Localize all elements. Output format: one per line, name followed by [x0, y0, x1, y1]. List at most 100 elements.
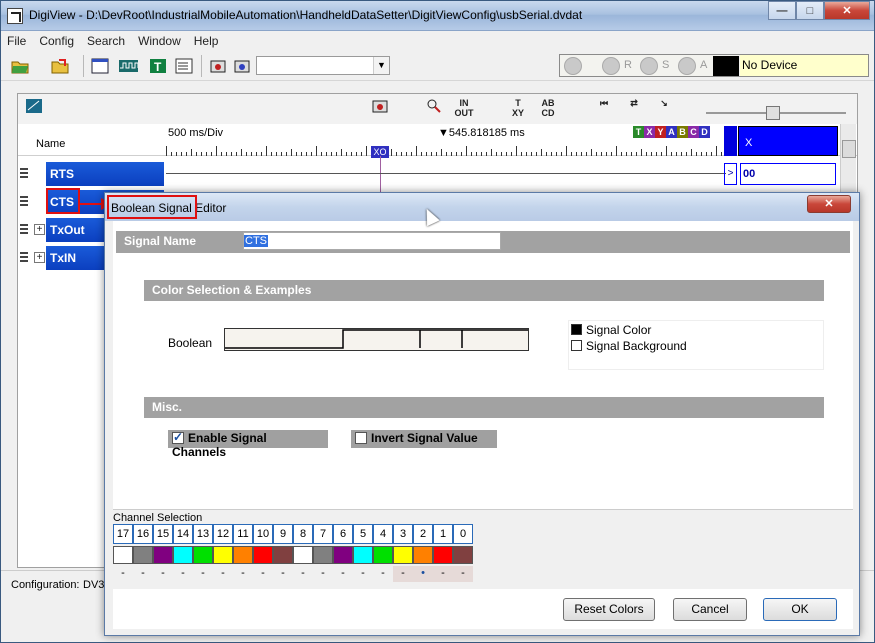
- invert-signal-checkbox[interactable]: Invert Signal Value: [351, 430, 497, 448]
- channel-number[interactable]: 13: [193, 524, 213, 544]
- scroll-thumb[interactable]: [842, 140, 856, 158]
- channel-color-swatch[interactable]: [373, 546, 393, 564]
- channel-number[interactable]: 0: [453, 524, 473, 544]
- channel-number[interactable]: 3: [393, 524, 413, 544]
- channel-color-swatch[interactable]: [333, 546, 353, 564]
- channel-color-swatch[interactable]: [133, 546, 153, 564]
- channel-number[interactable]: 12: [213, 524, 233, 544]
- channel-mark[interactable]: -: [213, 566, 233, 582]
- marker-t[interactable]: T: [633, 126, 644, 138]
- channel-color-swatch[interactable]: [253, 546, 273, 564]
- slider-knob[interactable]: [766, 106, 780, 120]
- value-arrow-icon[interactable]: >: [724, 163, 737, 185]
- list-view-icon[interactable]: [173, 55, 195, 77]
- drag-handle-icon[interactable]: [20, 252, 28, 262]
- expand-icon[interactable]: +: [34, 252, 45, 263]
- channel-color-swatch[interactable]: [153, 546, 173, 564]
- channel-color-swatch[interactable]: [393, 546, 413, 564]
- drag-handle-icon[interactable]: [20, 196, 28, 206]
- channel-number[interactable]: 4: [373, 524, 393, 544]
- channel-mark[interactable]: -: [373, 566, 393, 582]
- menu-window[interactable]: Window: [138, 34, 181, 48]
- channel-mark[interactable]: -: [333, 566, 353, 582]
- channel-mark[interactable]: -: [233, 566, 253, 582]
- in-out-icon[interactable]: IN OUT: [454, 98, 474, 118]
- menu-help[interactable]: Help: [194, 34, 219, 48]
- x-panel-arrows[interactable]: [724, 126, 737, 156]
- channel-number[interactable]: 16: [133, 524, 153, 544]
- channel-color-swatch[interactable]: [233, 546, 253, 564]
- signal-background-swatch[interactable]: Signal Background: [571, 339, 821, 355]
- capture-icon[interactable]: [207, 55, 229, 77]
- menu-search[interactable]: Search: [87, 34, 125, 48]
- cancel-button[interactable]: Cancel: [673, 598, 747, 621]
- goto-start-icon[interactable]: ⏮: [594, 98, 614, 116]
- drag-handle-icon[interactable]: [20, 168, 28, 178]
- trigger-combo[interactable]: ▼: [256, 56, 390, 75]
- window-view-icon[interactable]: [89, 55, 111, 77]
- marker-x[interactable]: X: [644, 126, 655, 138]
- channel-color-swatch[interactable]: [273, 546, 293, 564]
- zoom-fit-icon[interactable]: [24, 98, 44, 116]
- marker-y[interactable]: Y: [655, 126, 666, 138]
- channel-color-swatch[interactable]: [453, 546, 473, 564]
- open-folder-icon[interactable]: [9, 55, 31, 77]
- channel-mark[interactable]: •: [413, 566, 433, 582]
- channel-number[interactable]: 17: [113, 524, 133, 544]
- channel-mark[interactable]: -: [253, 566, 273, 582]
- channel-mark[interactable]: -: [193, 566, 213, 582]
- channel-color-swatch[interactable]: [193, 546, 213, 564]
- channel-number[interactable]: 5: [353, 524, 373, 544]
- channel-mark[interactable]: -: [273, 566, 293, 582]
- stop-icon[interactable]: [640, 57, 658, 75]
- channel-mark[interactable]: -: [173, 566, 193, 582]
- marker-d[interactable]: D: [699, 126, 710, 138]
- save-icon[interactable]: [49, 55, 71, 77]
- channel-color-swatch[interactable]: [433, 546, 453, 564]
- abcd-icon[interactable]: AB CD: [538, 98, 558, 118]
- channel-color-swatch[interactable]: [313, 546, 333, 564]
- channel-mark[interactable]: -: [313, 566, 333, 582]
- run-repeat-icon[interactable]: [602, 57, 620, 75]
- minimize-button[interactable]: —: [768, 1, 796, 20]
- expand-icon[interactable]: +: [34, 224, 45, 235]
- signal-name-input[interactable]: CTS: [243, 232, 501, 250]
- marker-b[interactable]: B: [677, 126, 688, 138]
- channel-color-swatch[interactable]: [413, 546, 433, 564]
- run-icon[interactable]: [564, 57, 582, 75]
- channel-color-swatch[interactable]: [353, 546, 373, 564]
- channel-mark[interactable]: -: [133, 566, 153, 582]
- signal-name[interactable]: RTS: [46, 162, 164, 186]
- text-view-icon[interactable]: T: [147, 55, 169, 77]
- menu-config[interactable]: Config: [39, 34, 74, 48]
- channel-number[interactable]: 8: [293, 524, 313, 544]
- channel-mark[interactable]: -: [153, 566, 173, 582]
- channel-number[interactable]: 15: [153, 524, 173, 544]
- menu-file[interactable]: File: [7, 34, 26, 48]
- enable-channels-checkbox[interactable]: Enable Signal Channels: [168, 430, 328, 459]
- zoom-slider[interactable]: [706, 106, 846, 120]
- goto-cursor-icon[interactable]: ⇄: [624, 98, 644, 116]
- channel-number[interactable]: 7: [313, 524, 333, 544]
- ok-button[interactable]: OK: [763, 598, 837, 621]
- channel-mark[interactable]: -: [453, 566, 473, 582]
- maximize-button[interactable]: □: [796, 1, 824, 20]
- channel-mark[interactable]: -: [353, 566, 373, 582]
- channel-color-swatch[interactable]: [213, 546, 233, 564]
- waveform-view-icon[interactable]: [117, 55, 139, 77]
- channel-number[interactable]: 14: [173, 524, 193, 544]
- channel-number[interactable]: 11: [233, 524, 253, 544]
- dialog-close-button[interactable]: ✕: [807, 195, 851, 213]
- channel-color-swatch[interactable]: [113, 546, 133, 564]
- channel-number[interactable]: 6: [333, 524, 353, 544]
- signal-color-swatch[interactable]: Signal Color: [571, 323, 821, 339]
- channel-mark[interactable]: -: [433, 566, 453, 582]
- abort-icon[interactable]: [678, 57, 696, 75]
- reset-colors-button[interactable]: Reset Colors: [563, 598, 655, 621]
- channel-mark[interactable]: -: [113, 566, 133, 582]
- channel-mark[interactable]: -: [393, 566, 413, 582]
- channel-color-swatch[interactable]: [293, 546, 313, 564]
- channel-mark[interactable]: -: [293, 566, 313, 582]
- capture-waveform-icon[interactable]: [370, 98, 390, 116]
- marker-a[interactable]: A: [666, 126, 677, 138]
